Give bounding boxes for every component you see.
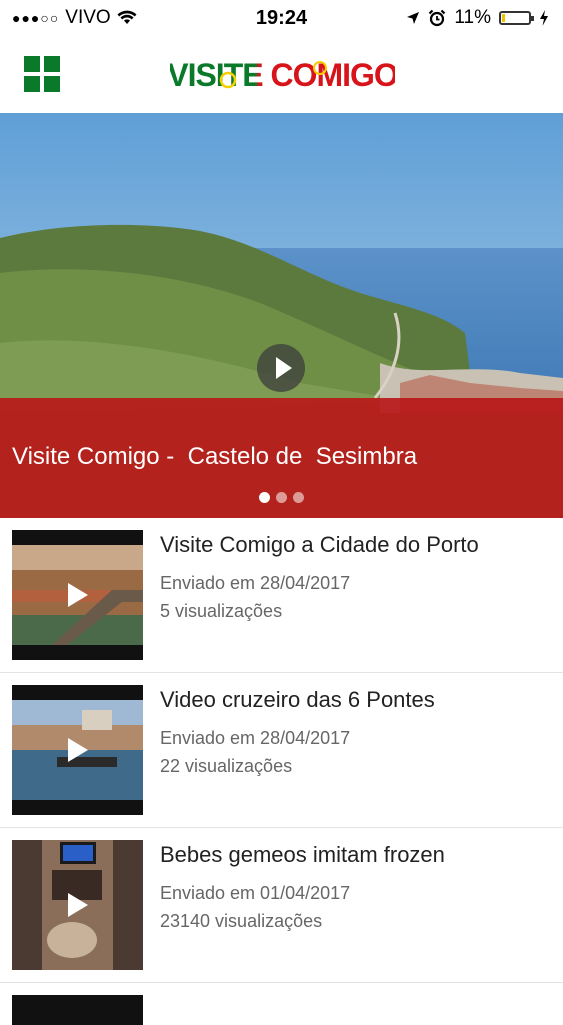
video-view-count: 5 visualizações (160, 601, 283, 622)
video-upload-date: Enviado em 28/04/2017 (160, 728, 351, 749)
app-header: VISITE COMIGO (0, 38, 563, 114)
video-meta: Video cruzeiro das 6 Pontes Enviado em 2… (160, 687, 553, 781)
video-meta: Bebes gemeos imitam frozen Enviado em 01… (160, 842, 553, 936)
video-list-item[interactable]: Video cruzeiro das 6 Pontes Enviado em 2… (0, 673, 563, 828)
charging-bolt-icon (540, 10, 548, 26)
video-list-item[interactable]: Bebes gemeos imitam frozen Enviado em 01… (0, 828, 563, 983)
video-upload-date: Enviado em 28/04/2017 (160, 573, 351, 594)
video-list: Visite Comigo a Cidade do Porto Enviado … (0, 518, 563, 1025)
slide-dot[interactable] (293, 492, 304, 503)
status-bar: ●●●○○ VIVO 19:24 11% (0, 0, 563, 38)
video-view-count: 23140 visualizações (160, 911, 323, 932)
hero-caption-band: Visite Comigo - Castelo de Sesimbra (0, 398, 563, 518)
play-icon (276, 357, 292, 379)
menu-button[interactable] (24, 56, 60, 92)
video-thumbnail[interactable] (12, 685, 143, 815)
hero-play-button[interactable] (257, 344, 305, 392)
slide-dot[interactable] (276, 492, 287, 503)
grid-cross-menu-icon (24, 56, 60, 92)
video-title[interactable]: Visite Comigo a Cidade do Porto (160, 532, 553, 558)
video-upload-date: Enviado em 01/04/2017 (160, 883, 351, 904)
app-logo: VISITE COMIGO (170, 57, 395, 93)
video-view-count: 22 visualizações (160, 756, 293, 777)
slide-dot[interactable] (259, 492, 270, 503)
featured-video-slider[interactable]: Visite Comigo - Castelo de Sesimbra (0, 113, 563, 518)
video-title[interactable]: Video cruzeiro das 6 Pontes (160, 687, 553, 713)
hero-caption[interactable]: Visite Comigo - Castelo de Sesimbra (12, 443, 417, 471)
battery-icon (499, 11, 534, 25)
video-list-item-partial[interactable] (0, 983, 563, 1025)
status-right: 11% (406, 7, 549, 29)
video-title[interactable]: Bebes gemeos imitam frozen (160, 842, 553, 868)
video-thumbnail[interactable] (12, 840, 143, 970)
video-list-item[interactable]: Visite Comigo a Cidade do Porto Enviado … (0, 518, 563, 673)
video-meta: Visite Comigo a Cidade do Porto Enviado … (160, 532, 553, 626)
logo-text: VISITE COMIGO (170, 57, 395, 93)
play-icon (67, 583, 88, 607)
battery-percent: 11% (454, 7, 491, 28)
alarm-clock-icon (429, 9, 446, 27)
location-arrow-icon (407, 12, 420, 24)
video-thumbnail[interactable] (12, 530, 143, 660)
slide-pager (0, 490, 563, 508)
play-icon (67, 893, 88, 917)
play-icon (67, 738, 88, 762)
